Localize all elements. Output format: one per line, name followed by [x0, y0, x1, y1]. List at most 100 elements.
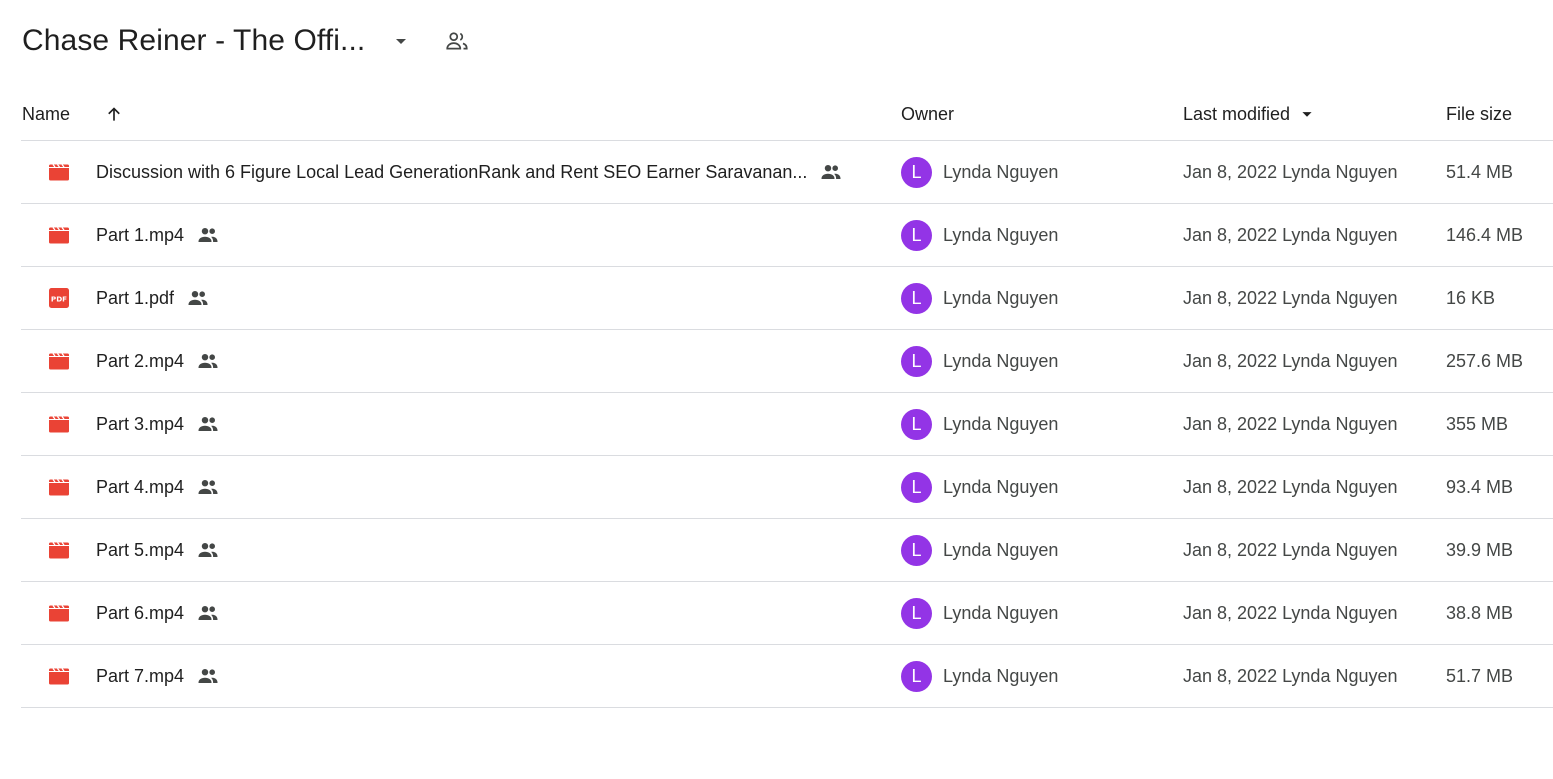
file-name-cell: Discussion with 6 Figure Local Lead Gene…	[96, 141, 843, 203]
file-name: Part 2.mp4	[96, 350, 185, 371]
owner-cell: L Lynda Nguyen	[901, 456, 1058, 518]
file-name-cell: Part 2.mp4	[96, 330, 220, 392]
file-name: Part 5.mp4	[96, 539, 185, 560]
folder-header: Chase Reiner - The Offi...	[22, 18, 473, 64]
owner-name: Lynda Nguyen	[943, 161, 1059, 182]
file-name-cell: Part 4.mp4	[96, 456, 220, 518]
video-file-icon	[49, 479, 69, 496]
share-folder-button[interactable]	[441, 25, 473, 57]
sort-direction-button[interactable]	[101, 101, 127, 127]
file-row[interactable]: Part 2.mp4 L Lynda Nguyen Jan 8, 2022 Ly…	[21, 330, 1553, 393]
video-file-icon	[49, 353, 69, 370]
file-name: Part 7.mp4	[96, 665, 185, 686]
owner-avatar[interactable]: L	[901, 597, 932, 629]
owner-cell: L Lynda Nguyen	[901, 582, 1058, 644]
owner-avatar[interactable]: L	[901, 282, 932, 314]
file-list: Name Owner Last modified File size Discu…	[21, 88, 1553, 708]
owner-name: Lynda Nguyen	[943, 602, 1059, 623]
owner-name: Lynda Nguyen	[943, 476, 1059, 497]
owner-cell: L Lynda Nguyen	[901, 267, 1058, 329]
owner-cell: L Lynda Nguyen	[901, 519, 1058, 581]
file-row[interactable]: Part 5.mp4 L Lynda Nguyen Jan 8, 2022 Ly…	[21, 519, 1553, 582]
video-file-icon	[49, 542, 69, 559]
owner-name: Lynda Nguyen	[943, 350, 1059, 371]
file-type-icon-cell	[47, 141, 71, 203]
file-row[interactable]: Part 7.mp4 L Lynda Nguyen Jan 8, 2022 Ly…	[21, 645, 1553, 708]
owner-name: Lynda Nguyen	[943, 665, 1059, 686]
owner-avatar[interactable]: L	[901, 408, 932, 440]
last-modified-value: Jan 8, 2022 Lynda Nguyen	[1183, 476, 1398, 497]
file-name-cell: Part 3.mp4	[96, 393, 220, 455]
file-row[interactable]: Part 3.mp4 L Lynda Nguyen Jan 8, 2022 Ly…	[21, 393, 1553, 456]
arrow-up-icon	[108, 107, 120, 121]
people-outline-icon	[446, 32, 468, 50]
last-modified-value: Jan 8, 2022 Lynda Nguyen	[1183, 413, 1398, 434]
file-size-value: 16 KB	[1446, 287, 1496, 308]
file-type-icon-cell	[47, 645, 71, 707]
owner-name: Lynda Nguyen	[943, 224, 1059, 245]
file-name-cell: Part 7.mp4	[96, 645, 220, 707]
file-row[interactable]: Part 1.mp4 L Lynda Nguyen Jan 8, 2022 Ly…	[21, 204, 1553, 267]
file-name-cell: Part 1.pdf	[96, 267, 210, 329]
file-size-value: 51.7 MB	[1446, 665, 1514, 686]
shared-people-icon	[196, 223, 220, 247]
column-header-owner[interactable]: Owner	[901, 88, 954, 140]
file-size-value: 39.9 MB	[1446, 539, 1514, 560]
column-header-name[interactable]: Name	[22, 88, 70, 140]
owner-name: Lynda Nguyen	[943, 539, 1059, 560]
last-modified-value: Jan 8, 2022 Lynda Nguyen	[1183, 350, 1398, 371]
shared-people-icon	[196, 412, 220, 436]
owner-avatar[interactable]: L	[901, 345, 932, 377]
last-modified-value: Jan 8, 2022 Lynda Nguyen	[1183, 602, 1398, 623]
video-file-icon	[49, 164, 69, 181]
svg-text:PDF: PDF	[51, 294, 67, 303]
last-modified-value: Jan 8, 2022 Lynda Nguyen	[1183, 224, 1398, 245]
owner-avatar[interactable]: L	[901, 219, 932, 251]
folder-menu-button[interactable]	[387, 27, 415, 55]
file-type-icon-cell	[47, 204, 71, 266]
file-name-cell: Part 5.mp4	[96, 519, 220, 581]
last-modified-value: Jan 8, 2022 Lynda Nguyen	[1183, 665, 1398, 686]
file-row[interactable]: Part 4.mp4 L Lynda Nguyen Jan 8, 2022 Ly…	[21, 456, 1553, 519]
owner-avatar[interactable]: L	[901, 471, 932, 503]
last-modified-value: Jan 8, 2022 Lynda Nguyen	[1183, 287, 1398, 308]
file-size-value: 38.8 MB	[1446, 602, 1514, 623]
shared-people-icon	[196, 664, 220, 688]
shared-people-icon	[196, 538, 220, 562]
pdf-file-icon: PDF	[49, 288, 69, 308]
last-modified-value: Jan 8, 2022 Lynda Nguyen	[1183, 539, 1398, 560]
file-type-icon-cell	[47, 330, 71, 392]
file-size-value: 355 MB	[1446, 413, 1509, 434]
owner-avatar[interactable]: L	[901, 660, 932, 692]
owner-cell: L Lynda Nguyen	[901, 393, 1058, 455]
column-header-file-size[interactable]: File size	[1446, 88, 1512, 140]
file-size-value: 93.4 MB	[1446, 476, 1514, 497]
file-type-icon-cell	[47, 393, 71, 455]
file-rows: Discussion with 6 Figure Local Lead Gene…	[21, 141, 1553, 708]
video-file-icon	[49, 605, 69, 622]
owner-avatar[interactable]: L	[901, 156, 932, 188]
file-row[interactable]: Discussion with 6 Figure Local Lead Gene…	[21, 141, 1553, 204]
shared-people-icon	[196, 475, 220, 499]
file-name-cell: Part 1.mp4	[96, 204, 220, 266]
file-type-icon-cell: PDF	[47, 267, 71, 329]
video-file-icon	[49, 668, 69, 685]
file-name: Part 3.mp4	[96, 413, 185, 434]
file-size-value: 146.4 MB	[1446, 224, 1524, 245]
owner-cell: L Lynda Nguyen	[901, 645, 1058, 707]
folder-title[interactable]: Chase Reiner - The Offi...	[22, 24, 365, 58]
file-row[interactable]: Part 6.mp4 L Lynda Nguyen Jan 8, 2022 Ly…	[21, 582, 1553, 645]
owner-name: Lynda Nguyen	[943, 413, 1059, 434]
owner-cell: L Lynda Nguyen	[901, 330, 1058, 392]
column-header-last-modified[interactable]: Last modified	[1183, 88, 1318, 140]
file-name: Part 1.pdf	[96, 287, 175, 308]
shared-people-icon	[196, 601, 220, 625]
file-list-header: Name Owner Last modified File size	[21, 88, 1553, 141]
file-row[interactable]: PDF Part 1.pdf L Lynda Nguyen Jan 8, 202…	[21, 267, 1553, 330]
shared-people-icon	[196, 349, 220, 373]
last-modified-value: Jan 8, 2022 Lynda Nguyen	[1183, 161, 1398, 182]
file-name-cell: Part 6.mp4	[96, 582, 220, 644]
owner-avatar[interactable]: L	[901, 534, 932, 566]
file-name: Discussion with 6 Figure Local Lead Gene…	[96, 161, 808, 182]
file-type-icon-cell	[47, 456, 71, 518]
